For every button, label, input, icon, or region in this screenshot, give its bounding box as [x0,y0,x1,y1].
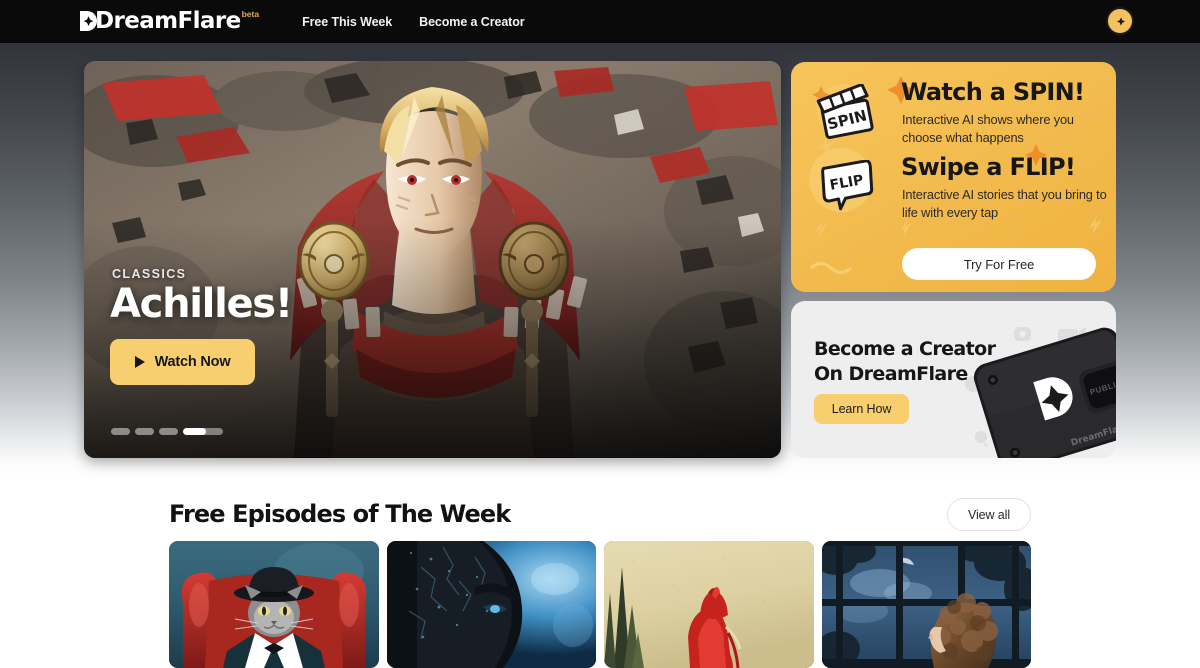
episode-card-2[interactable] [386,541,596,668]
carousel-dot-2[interactable] [135,428,154,435]
promo-body-flip: Interactive AI stories that you bring to… [902,187,1107,220]
top-navigation-bar: DreamFlare beta Free This Week Become a … [0,0,1200,43]
promo-body-spin: Interactive AI shows where you choose wh… [902,112,1074,145]
dreamflare-flare-icon [78,10,99,32]
promo-heading-spin: Watch a SPIN! [901,78,1085,106]
learn-how-button[interactable]: Learn How [814,394,909,424]
nav-link-become-a-creator[interactable]: Become a Creator [419,15,524,29]
avatar[interactable] [1106,7,1134,35]
creator-card-title: Become a Creator On DreamFlare [814,337,996,387]
creator-title-line2: On DreamFlare [814,363,968,385]
svg-text:DreamFlare: DreamFlare [1070,422,1116,449]
clapperboard-spin-icon: SPIN [815,82,877,147]
carousel-dot-4-active[interactable] [183,428,223,435]
hero-gradient-overlay [84,61,781,458]
view-all-button[interactable]: View all [947,498,1031,531]
carousel-dot-1[interactable] [111,428,130,435]
play-triangle-icon [134,356,145,368]
watch-now-button[interactable]: Watch Now [110,339,255,385]
dreamflare-logo[interactable]: DreamFlare beta [78,9,259,35]
watch-now-label: Watch Now [154,354,231,370]
nav-links: Free This Week Become a Creator [302,15,525,29]
episode-card-1[interactable] [169,541,379,668]
hero-carousel-slide[interactable]: CLASSICS Achilles! Watch Now [84,61,781,458]
svg-text:PUBLISH: PUBLISH [1089,377,1116,397]
episode-card-3[interactable] [604,541,814,668]
hero-title: Achilles! [110,281,293,327]
free-episodes-section-header: Free Episodes of The Week View all [169,498,1031,536]
logo-beta-badge: beta [241,8,260,19]
section-title-free-episodes: Free Episodes of The Week [169,500,511,528]
free-episodes-card-list [169,541,1031,668]
speech-bubble-flip-icon: FLIP [818,159,876,217]
episode-card-4[interactable] [821,541,1031,668]
carousel-indicators [111,428,223,435]
try-for-free-button[interactable]: Try For Free [902,248,1096,280]
promo-heading-flip: Swipe a FLIP! [901,153,1076,181]
become-a-creator-card: PUBLISH DreamFlare Become a Creator On D… [791,301,1116,458]
promo-card-spin-flip: SPIN FLIP Watch a SPIN! Interactive AI s… [791,62,1116,292]
page-root: DreamFlare beta Free This Week Become a … [0,0,1200,668]
nav-link-free-this-week[interactable]: Free This Week [302,15,392,29]
logo-wordmark: DreamFlare [95,7,241,34]
carousel-dot-3[interactable] [159,428,178,435]
hero-kicker: CLASSICS [112,267,187,281]
creator-title-line1: Become a Creator [814,338,996,360]
user-avatar-flare-icon [1112,13,1129,30]
